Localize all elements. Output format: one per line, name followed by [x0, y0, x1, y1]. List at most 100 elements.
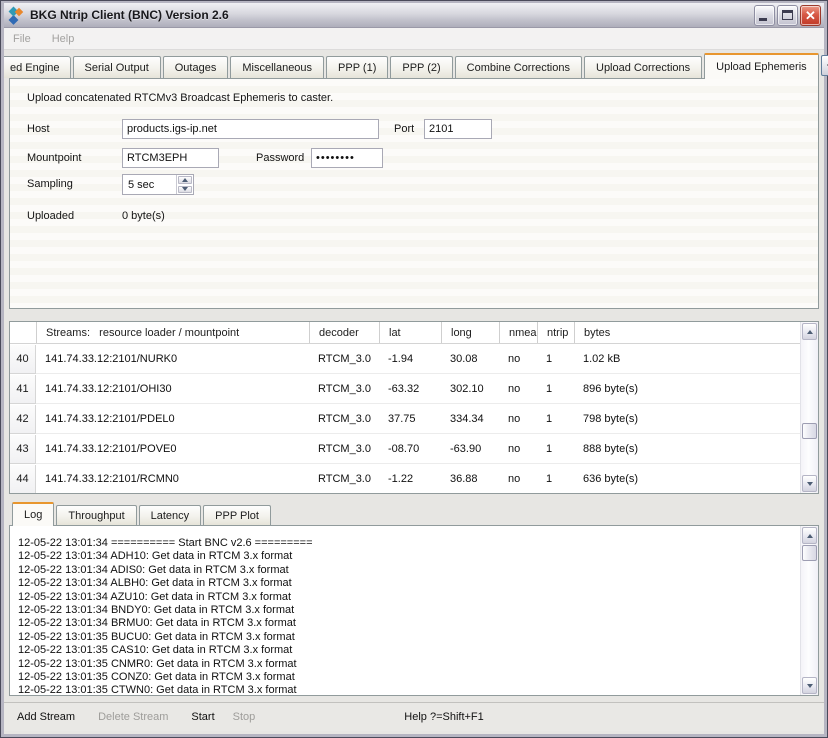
log-scrollbar-thumb[interactable] [802, 545, 817, 561]
header-nmea[interactable]: nmea [499, 322, 537, 343]
log-scrollbar[interactable] [800, 526, 818, 695]
cell-stream: 141.74.33.12:2101/RCMN0 [36, 473, 309, 485]
header-decoder[interactable]: decoder [309, 322, 379, 343]
mountpoint-label: Mountpoint [27, 152, 81, 164]
cell-bytes: 896 byte(s) [574, 383, 800, 395]
mountpoint-input[interactable] [122, 148, 219, 168]
sampling-spin-buttons [176, 175, 193, 194]
log-line: 12-05-22 13:01:34 ADH10: Get data in RTC… [18, 550, 800, 563]
cell-long: 36.88 [441, 473, 499, 485]
cell-ntrip: 1 [537, 443, 574, 455]
delete-stream-button[interactable]: Delete Stream [93, 708, 173, 726]
log-line: 12-05-22 13:01:34 BNDY0: Get data in RTC… [18, 604, 800, 617]
table-row[interactable]: 41 141.74.33.12:2101/OHI30 RTCM_3.0 -63.… [10, 374, 800, 404]
cell-decoder: RTCM_3.0 [309, 473, 379, 485]
cell-stream: 141.74.33.12:2101/OHI30 [36, 383, 309, 395]
header-lat[interactable]: lat [379, 322, 441, 343]
log-line: 12-05-22 13:01:34 ADIS0: Get data in RTC… [18, 564, 800, 577]
table-row[interactable]: 43 141.74.33.12:2101/POVE0 RTCM_3.0 -08.… [10, 434, 800, 464]
row-number: 44 [10, 465, 36, 494]
cell-long: 334.34 [441, 413, 499, 425]
spin-up-button[interactable] [178, 176, 192, 184]
title-bar: BKG Ntrip Client (BNC) Version 2.6 ✕ [4, 3, 824, 28]
log-output[interactable]: 12-05-22 13:01:34 ========== Start BNC v… [10, 526, 800, 695]
port-label: Port [394, 123, 414, 135]
minimize-button[interactable] [754, 5, 775, 26]
table-row[interactable]: 40 141.74.33.12:2101/NURK0 RTCM_3.0 -1.9… [10, 344, 800, 374]
log-scroll-track[interactable] [801, 545, 818, 676]
app-window: BKG Ntrip Client (BNC) Version 2.6 ✕ Fil… [0, 0, 828, 738]
log-scroll-down-button[interactable] [802, 677, 817, 694]
tab-scroll-left-button[interactable] [821, 55, 828, 76]
tab-combine-corrections[interactable]: Combine Corrections [455, 56, 582, 78]
table-scroll-down-button[interactable] [802, 475, 817, 492]
log-line: 12-05-22 13:01:34 ALBH0: Get data in RTC… [18, 577, 800, 590]
menu-help[interactable]: Help [52, 31, 84, 47]
log-scroll-up-button[interactable] [802, 527, 817, 544]
add-stream-button[interactable]: Add Stream [12, 708, 80, 726]
host-label: Host [27, 123, 50, 135]
tab-ppp-plot[interactable]: PPP Plot [203, 505, 271, 525]
table-scrollbar[interactable] [800, 322, 818, 493]
header-streams[interactable]: Streams: resource loader / mountpoint [36, 322, 309, 343]
header-ntrip[interactable]: ntrip [537, 322, 574, 343]
tab-log[interactable]: Log [12, 502, 54, 526]
header-bytes[interactable]: bytes [574, 322, 800, 343]
table-scroll-track[interactable] [801, 341, 818, 474]
stop-button[interactable]: Stop [228, 708, 261, 726]
cell-bytes: 636 byte(s) [574, 473, 800, 485]
tab-upload-corrections[interactable]: Upload Corrections [584, 56, 702, 78]
close-button[interactable]: ✕ [800, 5, 821, 26]
tab-feed-engine[interactable]: ed Engine [4, 56, 71, 78]
tab-throughput[interactable]: Throughput [56, 505, 136, 525]
tab-ppp-1[interactable]: PPP (1) [326, 56, 388, 78]
scroll-up-icon [807, 330, 813, 334]
table-scrollbar-thumb[interactable] [802, 423, 817, 439]
table-row[interactable]: 42 141.74.33.12:2101/PDEL0 RTCM_3.0 37.7… [10, 404, 800, 434]
port-input[interactable] [424, 119, 492, 139]
row-number: 43 [10, 435, 36, 464]
upload-ephemeris-panel: Upload concatenated RTCMv3 Broadcast Eph… [9, 78, 819, 309]
log-line: 12-05-22 13:01:35 CONZ0: Get data in RTC… [18, 671, 800, 684]
log-line: 12-05-22 13:01:35 CNMR0: Get data in RTC… [18, 658, 800, 671]
log-tab-bar: Log Throughput Latency PPP Plot [4, 501, 824, 525]
cell-bytes: 798 byte(s) [574, 413, 800, 425]
cell-nmea: no [499, 353, 537, 365]
tab-serial-output[interactable]: Serial Output [73, 56, 161, 78]
cell-ntrip: 1 [537, 383, 574, 395]
cell-stream: 141.74.33.12:2101/PDEL0 [36, 413, 309, 425]
header-long[interactable]: long [441, 322, 499, 343]
menu-file[interactable]: File [13, 31, 40, 47]
close-icon: ✕ [801, 6, 820, 25]
row-number: 42 [10, 405, 36, 434]
table-row[interactable]: 44 141.74.33.12:2101/RCMN0 RTCM_3.0 -1.2… [10, 464, 800, 493]
maximize-button[interactable] [777, 5, 798, 26]
tab-scroll-buttons [821, 54, 828, 76]
panel-description: Upload concatenated RTCMv3 Broadcast Eph… [27, 92, 333, 104]
spin-down-button[interactable] [178, 186, 192, 194]
spin-up-icon [182, 178, 188, 182]
cell-stream: 141.74.33.12:2101/POVE0 [36, 443, 309, 455]
scroll-up-icon [807, 534, 813, 538]
table-scroll-up-button[interactable] [802, 323, 817, 340]
start-button[interactable]: Start [186, 708, 219, 726]
maximize-icon [782, 10, 793, 20]
log-line: 12-05-22 13:01:35 CAS10: Get data in RTC… [18, 644, 800, 657]
cell-nmea: no [499, 413, 537, 425]
sampling-spinner[interactable]: 5 sec [122, 174, 194, 195]
cell-ntrip: 1 [537, 413, 574, 425]
host-input[interactable] [122, 119, 379, 139]
row-number: 40 [10, 345, 36, 374]
tab-latency[interactable]: Latency [139, 505, 202, 525]
password-input[interactable] [311, 148, 383, 168]
cell-nmea: no [499, 443, 537, 455]
tab-upload-ephemeris[interactable]: Upload Ephemeris [704, 53, 819, 79]
menu-bar: File Help [4, 28, 824, 50]
tab-outages[interactable]: Outages [163, 56, 229, 78]
streams-table-panel: Streams: resource loader / mountpoint de… [9, 321, 819, 494]
bottom-action-bar: Add Stream Delete Stream Start Stop Help… [4, 702, 824, 731]
cell-bytes: 888 byte(s) [574, 443, 800, 455]
tab-ppp-2[interactable]: PPP (2) [390, 56, 452, 78]
spin-down-icon [182, 187, 188, 191]
tab-miscellaneous[interactable]: Miscellaneous [230, 56, 324, 78]
